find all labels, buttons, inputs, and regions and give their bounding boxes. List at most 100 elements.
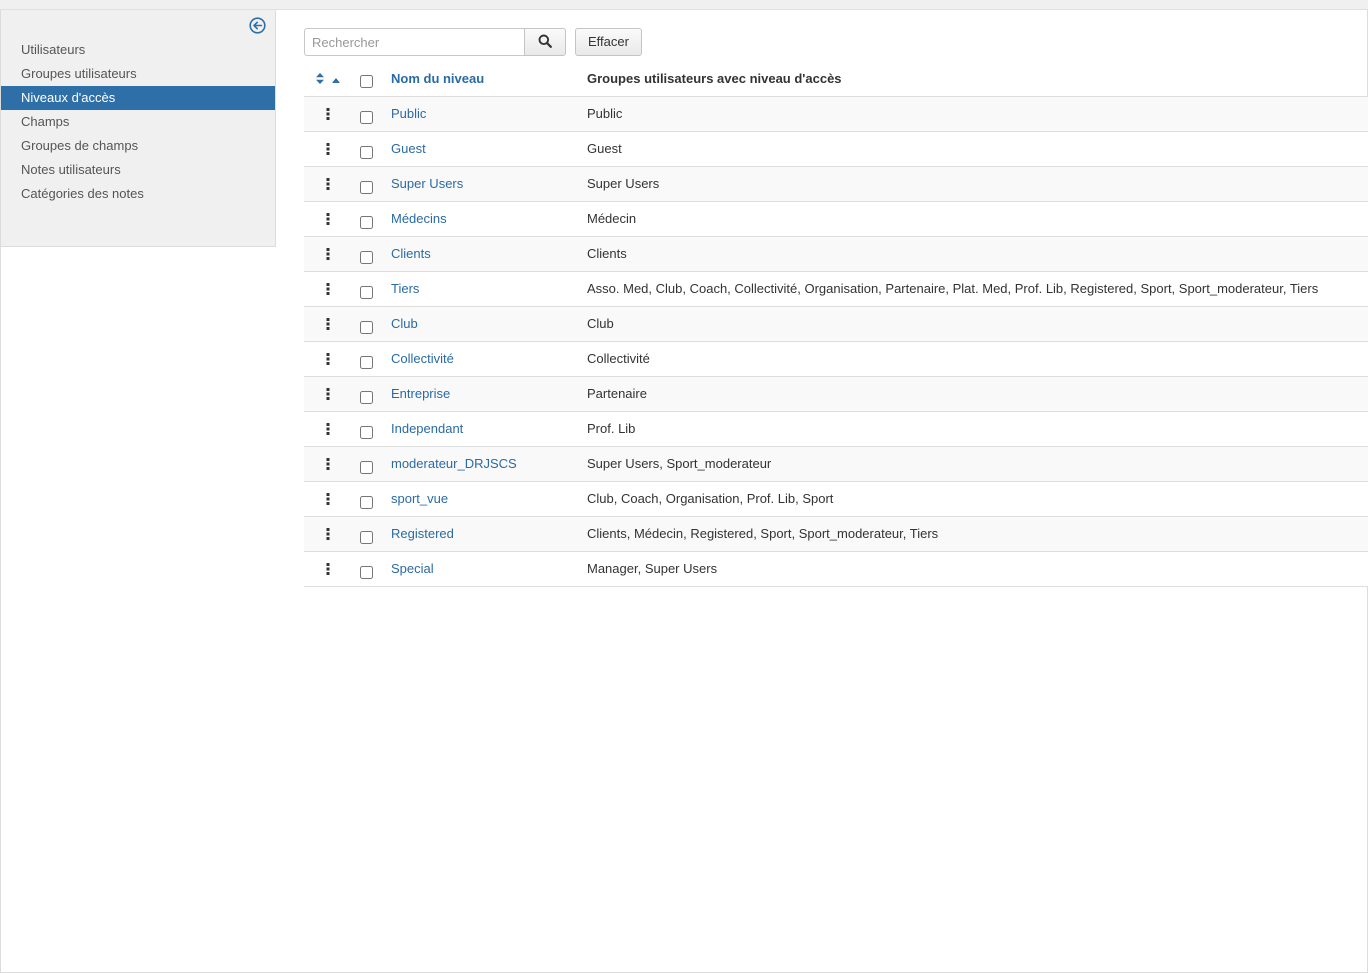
sidebar-item[interactable]: Utilisateurs	[1, 38, 275, 62]
table-row: Super Users Super Users	[304, 167, 1368, 202]
sidebar-item[interactable]: Catégories des notes	[1, 182, 275, 206]
level-groups-text: Guest	[587, 141, 622, 156]
select-all-cell	[360, 62, 373, 96]
level-name-link[interactable]: Guest	[391, 132, 426, 166]
table-header: Nom du niveau Groupes utilisateurs avec …	[304, 62, 1368, 97]
row-checkbox[interactable]	[360, 145, 373, 159]
row-select-cell	[360, 517, 373, 551]
level-name-link[interactable]: Tiers	[391, 272, 419, 306]
level-groups-text: Club, Coach, Organisation, Prof. Lib, Sp…	[587, 491, 834, 506]
sidebar-item[interactable]: Champs	[1, 110, 275, 134]
level-groups-text: Public	[587, 106, 623, 121]
level-groups-text: Clients	[587, 246, 627, 261]
drag-handle-icon[interactable]	[304, 517, 352, 551]
level-groups-text: Médecin	[587, 211, 637, 226]
table-row: Club Club	[304, 307, 1368, 342]
table-row: Entreprise Partenaire	[304, 377, 1368, 412]
level-name-link[interactable]: moderateur_DRJSCS	[391, 447, 517, 481]
table-row: Special Manager, Super Users	[304, 552, 1368, 587]
search-button[interactable]	[524, 28, 566, 56]
top-bar	[0, 0, 1368, 10]
table-row: Clients Clients	[304, 237, 1368, 272]
sidebar: Utilisateurs Groupes utilisateurs Niveaux …	[1, 10, 276, 247]
row-checkbox[interactable]	[360, 250, 373, 264]
row-checkbox[interactable]	[360, 320, 373, 334]
level-groups-text: Super Users	[587, 176, 660, 191]
select-all-checkbox[interactable]	[360, 74, 373, 88]
drag-handle-icon[interactable]	[304, 132, 352, 166]
row-checkbox[interactable]	[360, 390, 373, 404]
level-groups-text: Asso. Med, Club, Coach, Collectivité, Or…	[587, 281, 1319, 296]
row-checkbox[interactable]	[360, 425, 373, 439]
ordering-sort-control[interactable]	[316, 62, 340, 96]
level-name-link[interactable]: Médecins	[391, 202, 447, 236]
drag-handle-icon[interactable]	[304, 202, 352, 236]
search-group	[304, 28, 566, 56]
level-name-link[interactable]: sport_vue	[391, 482, 448, 516]
row-select-cell	[360, 482, 373, 516]
drag-handle-icon[interactable]	[304, 167, 352, 201]
drag-handle-icon[interactable]	[304, 552, 352, 586]
table-row: Independant Prof. Lib	[304, 412, 1368, 447]
drag-handle-icon[interactable]	[304, 412, 352, 446]
drag-handle-icon[interactable]	[304, 97, 352, 131]
level-name-link[interactable]: Super Users	[391, 167, 463, 201]
search-icon	[538, 34, 552, 51]
row-checkbox[interactable]	[360, 565, 373, 579]
sidebar-menu: Utilisateurs Groupes utilisateurs Niveaux …	[1, 38, 275, 206]
column-header-name[interactable]: Nom du niveau	[391, 62, 484, 96]
row-select-cell	[360, 412, 373, 446]
search-input[interactable]	[304, 28, 524, 56]
row-select-cell	[360, 202, 373, 236]
row-checkbox[interactable]	[360, 460, 373, 474]
row-checkbox[interactable]	[360, 355, 373, 369]
row-select-cell	[360, 377, 373, 411]
sort-both-icon[interactable]	[316, 72, 324, 87]
table-row: sport_vue Club, Coach, Organisation, Prof…	[304, 482, 1368, 517]
row-select-cell	[360, 97, 373, 131]
level-groups-text: Clients, Médecin, Registered, Sport, Spo…	[587, 526, 939, 541]
level-groups-text: Partenaire	[587, 386, 647, 401]
column-header-groups: Groupes utilisateurs avec niveau d'accès	[587, 71, 842, 86]
level-groups-text: Prof. Lib	[587, 421, 636, 436]
drag-handle-icon[interactable]	[304, 377, 352, 411]
drag-handle-icon[interactable]	[304, 342, 352, 376]
row-checkbox[interactable]	[360, 110, 373, 124]
level-name-link[interactable]: Independant	[391, 412, 463, 446]
access-levels-table: Nom du niveau Groupes utilisateurs avec …	[304, 62, 1368, 587]
level-name-link[interactable]: Entreprise	[391, 377, 450, 411]
table-row: Médecins Médecin	[304, 202, 1368, 237]
level-groups-text: Manager, Super Users	[587, 561, 718, 576]
level-name-link[interactable]: Public	[391, 97, 426, 131]
row-checkbox[interactable]	[360, 495, 373, 509]
table-row: moderateur_DRJSCS Super Users, Sport_mode…	[304, 447, 1368, 482]
sidebar-item[interactable]: Groupes de champs	[1, 134, 275, 158]
table-row: Tiers Asso. Med, Club, Coach, Collectivit…	[304, 272, 1368, 307]
drag-handle-icon[interactable]	[304, 447, 352, 481]
level-name-link[interactable]: Special	[391, 552, 434, 586]
level-name-link[interactable]: Club	[391, 307, 418, 341]
sidebar-item[interactable]: Groupes utilisateurs	[1, 62, 275, 86]
arrow-left-circle-icon[interactable]	[249, 17, 266, 34]
level-name-link[interactable]: Registered	[391, 517, 454, 551]
drag-handle-icon[interactable]	[304, 272, 352, 306]
level-groups-text: Super Users, Sport_moderateur	[587, 456, 772, 471]
level-name-link[interactable]: Collectivité	[391, 342, 454, 376]
sidebar-item[interactable]: Niveaux d'accès	[1, 86, 275, 110]
sidebar-item[interactable]: Notes utilisateurs	[1, 158, 275, 182]
row-select-cell	[360, 342, 373, 376]
row-checkbox[interactable]	[360, 215, 373, 229]
level-name-link[interactable]: Clients	[391, 237, 431, 271]
sort-ascending-icon[interactable]	[332, 72, 340, 87]
row-select-cell	[360, 132, 373, 166]
table-row: Public Public	[304, 97, 1368, 132]
clear-button[interactable]: Effacer	[575, 28, 642, 56]
drag-handle-icon[interactable]	[304, 237, 352, 271]
row-select-cell	[360, 447, 373, 481]
row-checkbox[interactable]	[360, 530, 373, 544]
drag-handle-icon[interactable]	[304, 482, 352, 516]
table-row: Collectivité Collectivité	[304, 342, 1368, 377]
drag-handle-icon[interactable]	[304, 307, 352, 341]
row-checkbox[interactable]	[360, 180, 373, 194]
row-checkbox[interactable]	[360, 285, 373, 299]
